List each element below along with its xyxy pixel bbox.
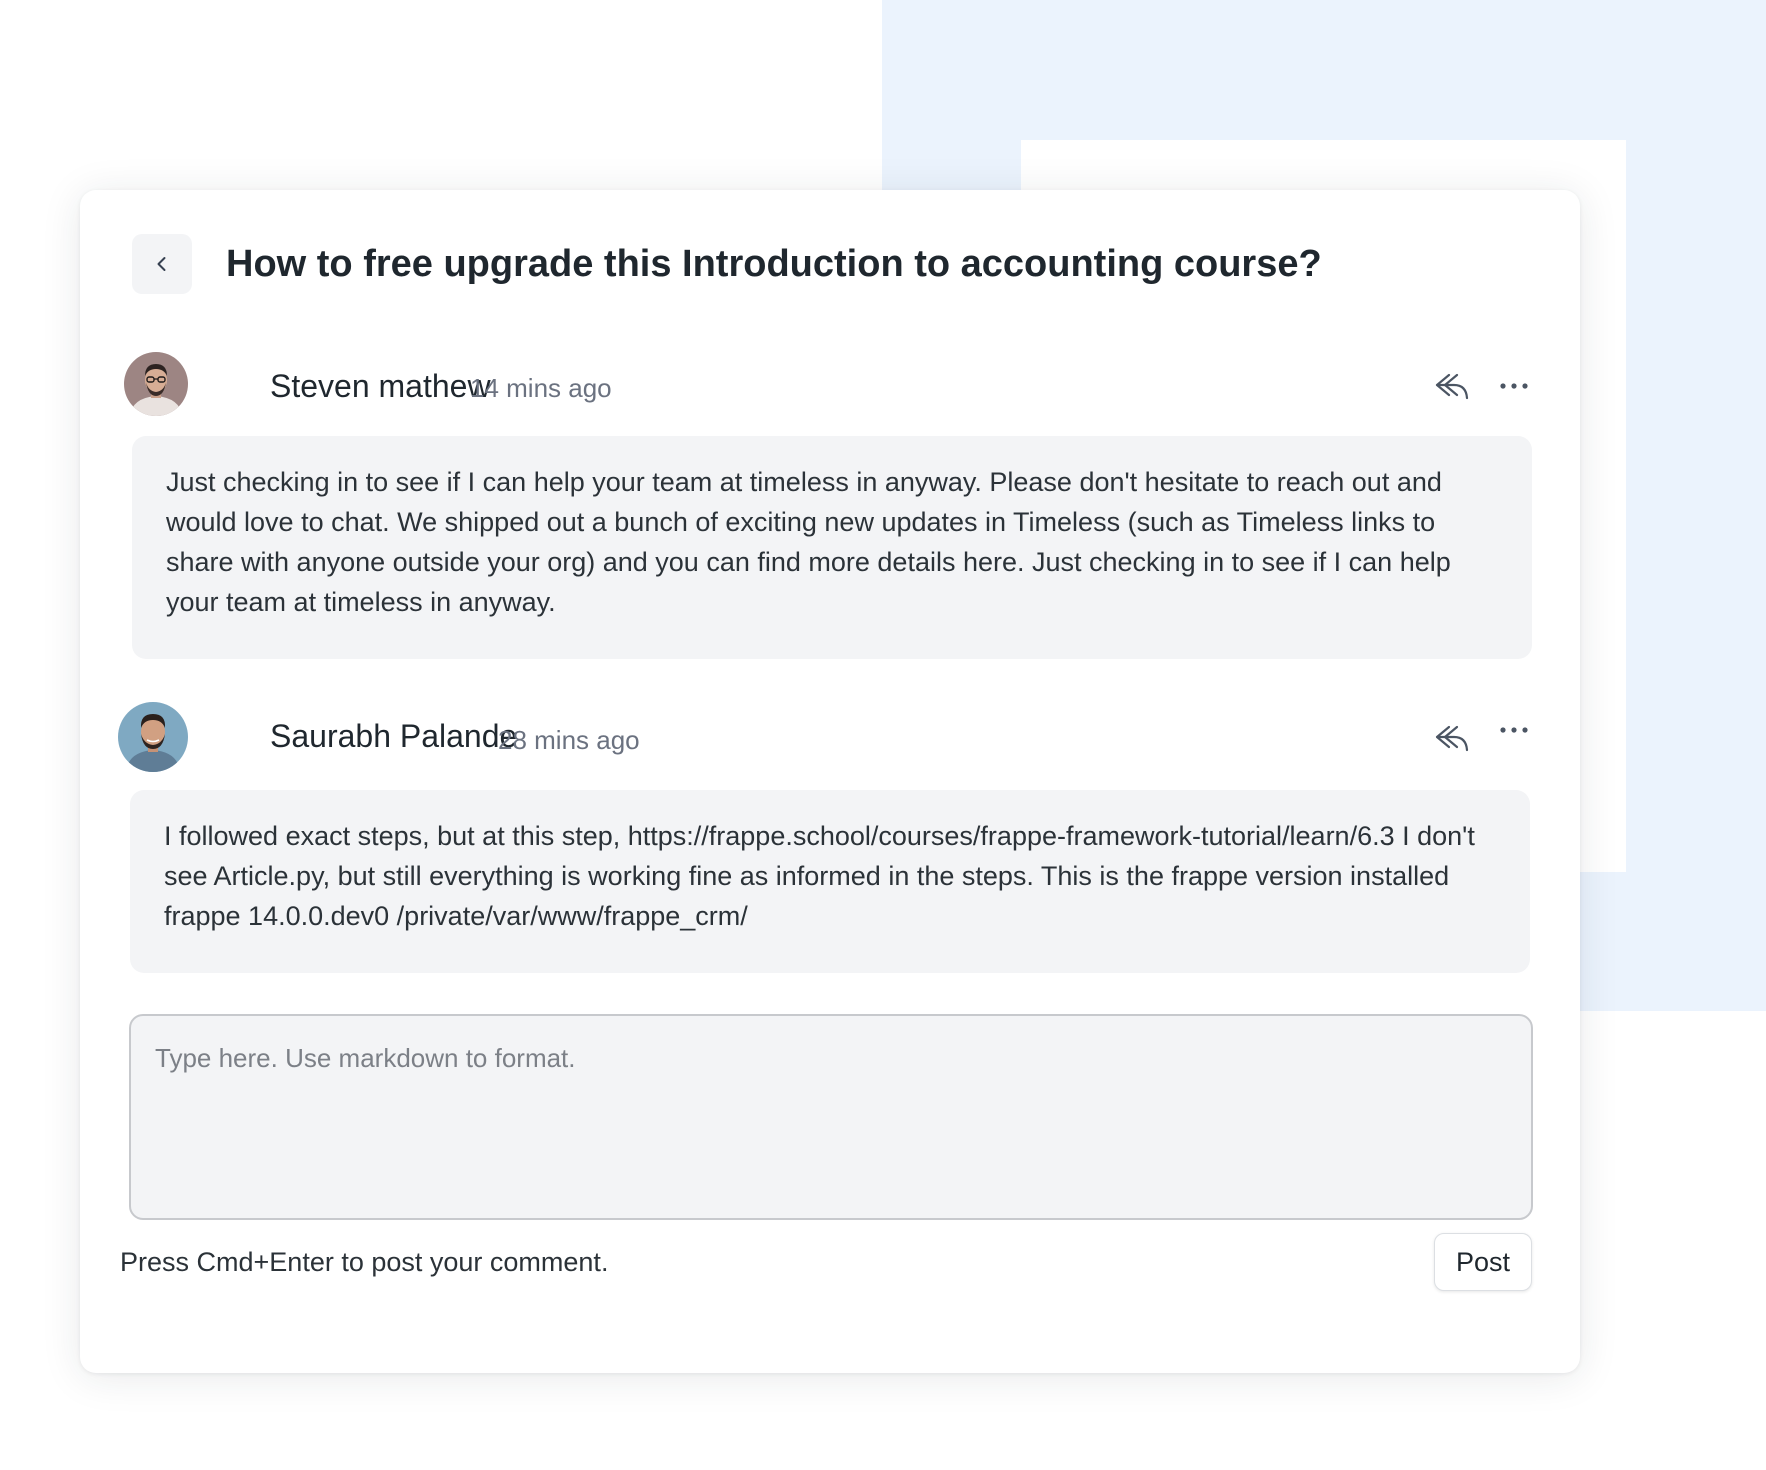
- more-options-button[interactable]: [1492, 364, 1536, 408]
- chevron-left-icon: [157, 257, 166, 271]
- avatar[interactable]: [118, 702, 188, 772]
- comment-body: I followed exact steps, but at this step…: [130, 790, 1530, 973]
- back-button[interactable]: [132, 234, 192, 294]
- comment-timestamp: 28 mins ago: [498, 725, 640, 755]
- avatar[interactable]: [124, 352, 188, 416]
- comment-author: Saurabh Palande: [270, 718, 518, 754]
- comment-input[interactable]: [129, 1014, 1533, 1220]
- post-shortcut-hint: Press Cmd+Enter to post your comment.: [120, 1247, 609, 1277]
- page-title: How to free upgrade this Introduction to…: [226, 243, 1322, 285]
- reply-icon: [1435, 373, 1469, 400]
- comment-timestamp: 14 mins ago: [470, 373, 612, 403]
- reply-button[interactable]: [1430, 364, 1474, 408]
- comment-body: Just checking in to see if I can help yo…: [132, 436, 1532, 659]
- reply-button[interactable]: [1430, 716, 1474, 760]
- comment-header: Saurabh Palande 28 mins ago: [118, 702, 1540, 772]
- more-options-button[interactable]: [1492, 708, 1536, 752]
- more-horizontal-icon: [1500, 727, 1528, 733]
- more-horizontal-icon: [1500, 383, 1528, 389]
- user-avatar-icon: [118, 702, 188, 772]
- discussion-card: How to free upgrade this Introduction to…: [80, 190, 1580, 1373]
- user-avatar-icon: [124, 352, 188, 416]
- comment-header: Steven mathew 14 mins ago: [124, 352, 1540, 422]
- post-button[interactable]: Post: [1434, 1233, 1532, 1291]
- reply-icon: [1435, 725, 1469, 752]
- comment-author: Steven mathew: [270, 368, 491, 404]
